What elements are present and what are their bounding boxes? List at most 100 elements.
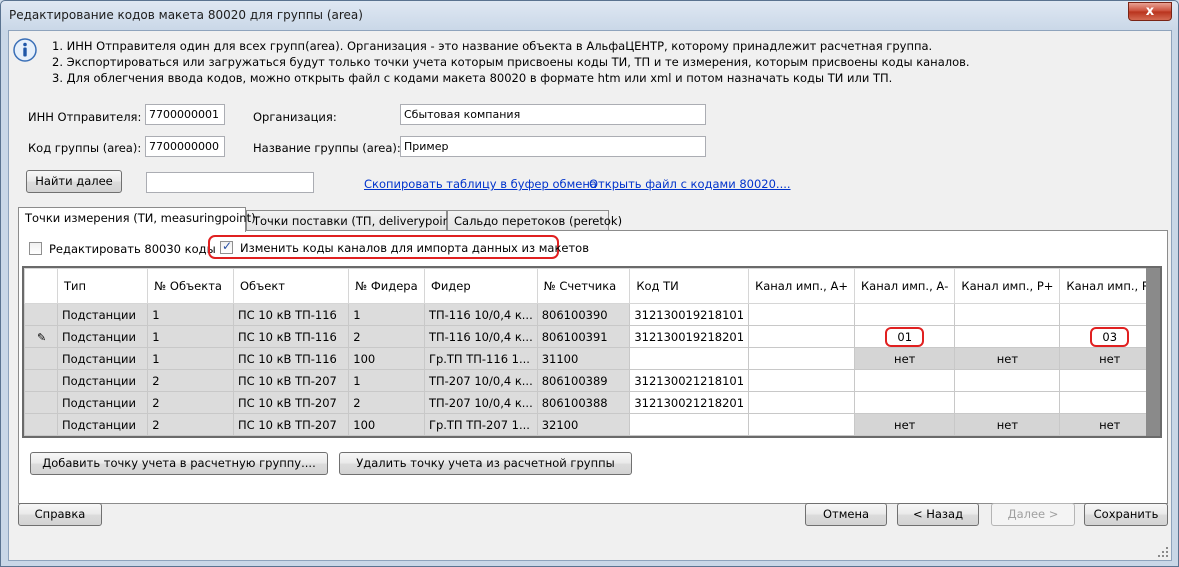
cell-object[interactable]: ПС 10 кВ ТП-116 (232, 325, 350, 348)
cell-feeder-no[interactable]: 100 (348, 347, 425, 370)
cell-type[interactable]: Подстанции (56, 369, 149, 392)
cell-channel-r-minus[interactable]: 03 (1059, 325, 1160, 348)
open-file-link[interactable]: Открыть файл с кодами 80020.... (589, 177, 791, 191)
column-header[interactable]: Фидер (423, 268, 538, 304)
add-point-button[interactable]: Добавить точку учета в расчетную группу.… (30, 452, 328, 475)
cell-channel-a-minus[interactable] (853, 391, 956, 414)
cell-channel-a-plus[interactable] (748, 325, 855, 348)
row-header[interactable] (24, 303, 58, 326)
cell-object-no[interactable]: 2 (147, 391, 234, 414)
cell-feeder[interactable]: ТП-116 10/0,4 к... (423, 303, 538, 326)
cell-channel-r-plus[interactable] (954, 391, 1061, 414)
close-button[interactable]: x (1128, 2, 1172, 21)
cell-type[interactable]: Подстанции (56, 391, 149, 414)
cell-ti-code[interactable] (629, 413, 750, 436)
table-row[interactable]: Подстанции 1 ПС 10 кВ ТП-116 1 ТП-116 10… (24, 303, 1160, 326)
help-button[interactable]: Справка (18, 503, 102, 526)
cell-type[interactable]: Подстанции (56, 347, 149, 370)
column-header[interactable]: Код ТИ (629, 268, 750, 304)
column-header[interactable]: № Фидера (348, 268, 425, 304)
inn-input[interactable]: 7700000001 (145, 104, 225, 125)
column-header[interactable]: Тип (56, 268, 149, 304)
group-name-input[interactable]: Пример (400, 136, 706, 157)
cell-feeder[interactable]: Гр.ТП ТП-207 1... (423, 413, 538, 436)
cell-type[interactable]: Подстанции (56, 413, 149, 436)
cell-feeder-no[interactable]: 1 (348, 369, 425, 392)
column-header[interactable]: № Объекта (147, 268, 234, 304)
column-header[interactable]: Объект (232, 268, 350, 304)
tab-peretok[interactable]: Сальдо перетоков (peretok) (447, 210, 622, 232)
column-header[interactable]: Канал имп., А+ (748, 268, 855, 304)
cell-ti-code[interactable]: 312130019218201 (629, 325, 750, 348)
find-input[interactable] (146, 172, 314, 193)
tab-measuringpoint[interactable]: Точки измерения (ТИ, measuringpoint) (18, 207, 256, 232)
table-row[interactable]: ✎ Подстанции 1 ПС 10 кВ ТП-116 2 ТП-116 … (24, 325, 1160, 348)
cell-feeder[interactable]: ТП-207 10/0,4 к... (423, 391, 538, 414)
cell-channel-r-minus[interactable] (1059, 391, 1160, 414)
table-row[interactable]: Подстанции 2 ПС 10 кВ ТП-207 100 Гр.ТП Т… (24, 413, 1160, 436)
org-input[interactable]: Сбытовая компания (400, 104, 706, 125)
find-next-button[interactable]: Найти далее (26, 170, 122, 193)
cell-meter-no[interactable]: 806100390 (536, 303, 631, 326)
grid-scrollbar[interactable] (1146, 268, 1160, 436)
cell-meter-no[interactable]: 806100391 (536, 325, 631, 348)
cell-object-no[interactable]: 1 (147, 347, 234, 370)
table-row[interactable]: Подстанции 1 ПС 10 кВ ТП-116 100 Гр.ТП Т… (24, 347, 1160, 370)
cell-channel-a-minus[interactable]: нет (853, 413, 956, 436)
cell-ti-code[interactable] (629, 347, 750, 370)
cell-channel-a-minus[interactable] (853, 303, 956, 326)
cell-channel-a-minus[interactable] (853, 369, 956, 392)
row-header[interactable] (24, 347, 58, 370)
cell-feeder[interactable]: ТП-116 10/0,4 к... (423, 325, 538, 348)
cell-channel-r-plus[interactable] (954, 325, 1061, 348)
cell-ti-code[interactable]: 312130021218201 (629, 391, 750, 414)
column-header[interactable]: Канал имп., Р- (1059, 268, 1160, 304)
cell-meter-no[interactable]: 31100 (536, 347, 631, 370)
cell-channel-r-plus[interactable] (954, 303, 1061, 326)
row-header[interactable] (24, 413, 58, 436)
row-header[interactable] (24, 391, 58, 414)
cell-channel-a-plus[interactable] (748, 369, 855, 392)
cell-channel-r-plus[interactable] (954, 369, 1061, 392)
cell-object[interactable]: ПС 10 кВ ТП-207 (232, 391, 350, 414)
cell-channel-r-minus[interactable] (1059, 369, 1160, 392)
cell-feeder-no[interactable]: 1 (348, 303, 425, 326)
group-code-input[interactable]: 7700000000 (145, 136, 225, 157)
column-header[interactable]: Канал имп., А- (853, 268, 956, 304)
table-row[interactable]: Подстанции 2 ПС 10 кВ ТП-207 1 ТП-207 10… (24, 369, 1160, 392)
back-button[interactable]: < Назад (897, 503, 979, 526)
column-header[interactable]: № Счетчика (536, 268, 631, 304)
cell-object[interactable]: ПС 10 кВ ТП-116 (232, 303, 350, 326)
cell-object[interactable]: ПС 10 кВ ТП-116 (232, 347, 350, 370)
cell-feeder[interactable]: Гр.ТП ТП-116 1... (423, 347, 538, 370)
next-button[interactable]: Далее > (991, 503, 1075, 526)
cell-meter-no[interactable]: 32100 (536, 413, 631, 436)
save-button[interactable]: Сохранить (1084, 503, 1168, 526)
tab-deliverypoint[interactable]: Точки поставки (ТП, deliverypoint) (246, 210, 459, 232)
cell-channel-r-minus[interactable]: нет (1059, 347, 1160, 370)
cell-meter-no[interactable]: 806100388 (536, 391, 631, 414)
cell-channel-a-plus[interactable] (748, 347, 855, 370)
edit80030-checkbox[interactable] (29, 242, 42, 255)
remove-point-button[interactable]: Удалить точку учета из расчетной группы (339, 452, 632, 475)
cell-feeder[interactable]: ТП-207 10/0,4 к... (423, 369, 538, 392)
cell-channel-r-plus[interactable]: нет (954, 347, 1061, 370)
column-header[interactable]: Канал имп., Р+ (954, 268, 1061, 304)
cell-feeder-no[interactable]: 100 (348, 413, 425, 436)
cell-feeder-no[interactable]: 2 (348, 391, 425, 414)
cell-channel-a-minus[interactable]: 01 (853, 325, 956, 348)
cell-channel-r-plus[interactable]: нет (954, 413, 1061, 436)
copy-table-link[interactable]: Скопировать таблицу в буфер обмена (364, 177, 597, 191)
resize-grip-icon[interactable] (1157, 546, 1169, 558)
cell-channel-r-minus[interactable]: нет (1059, 413, 1160, 436)
change-codes-checkbox[interactable] (220, 239, 233, 254)
cell-ti-code[interactable]: 312130019218101 (629, 303, 750, 326)
row-header[interactable] (24, 369, 58, 392)
cell-object[interactable]: ПС 10 кВ ТП-207 (232, 413, 350, 436)
cell-channel-r-minus[interactable] (1059, 303, 1160, 326)
cell-object[interactable]: ПС 10 кВ ТП-207 (232, 369, 350, 392)
cell-object-no[interactable]: 2 (147, 369, 234, 392)
cell-feeder-no[interactable]: 2 (348, 325, 425, 348)
row-header[interactable]: ✎ (24, 325, 58, 348)
cell-type[interactable]: Подстанции (56, 303, 149, 326)
